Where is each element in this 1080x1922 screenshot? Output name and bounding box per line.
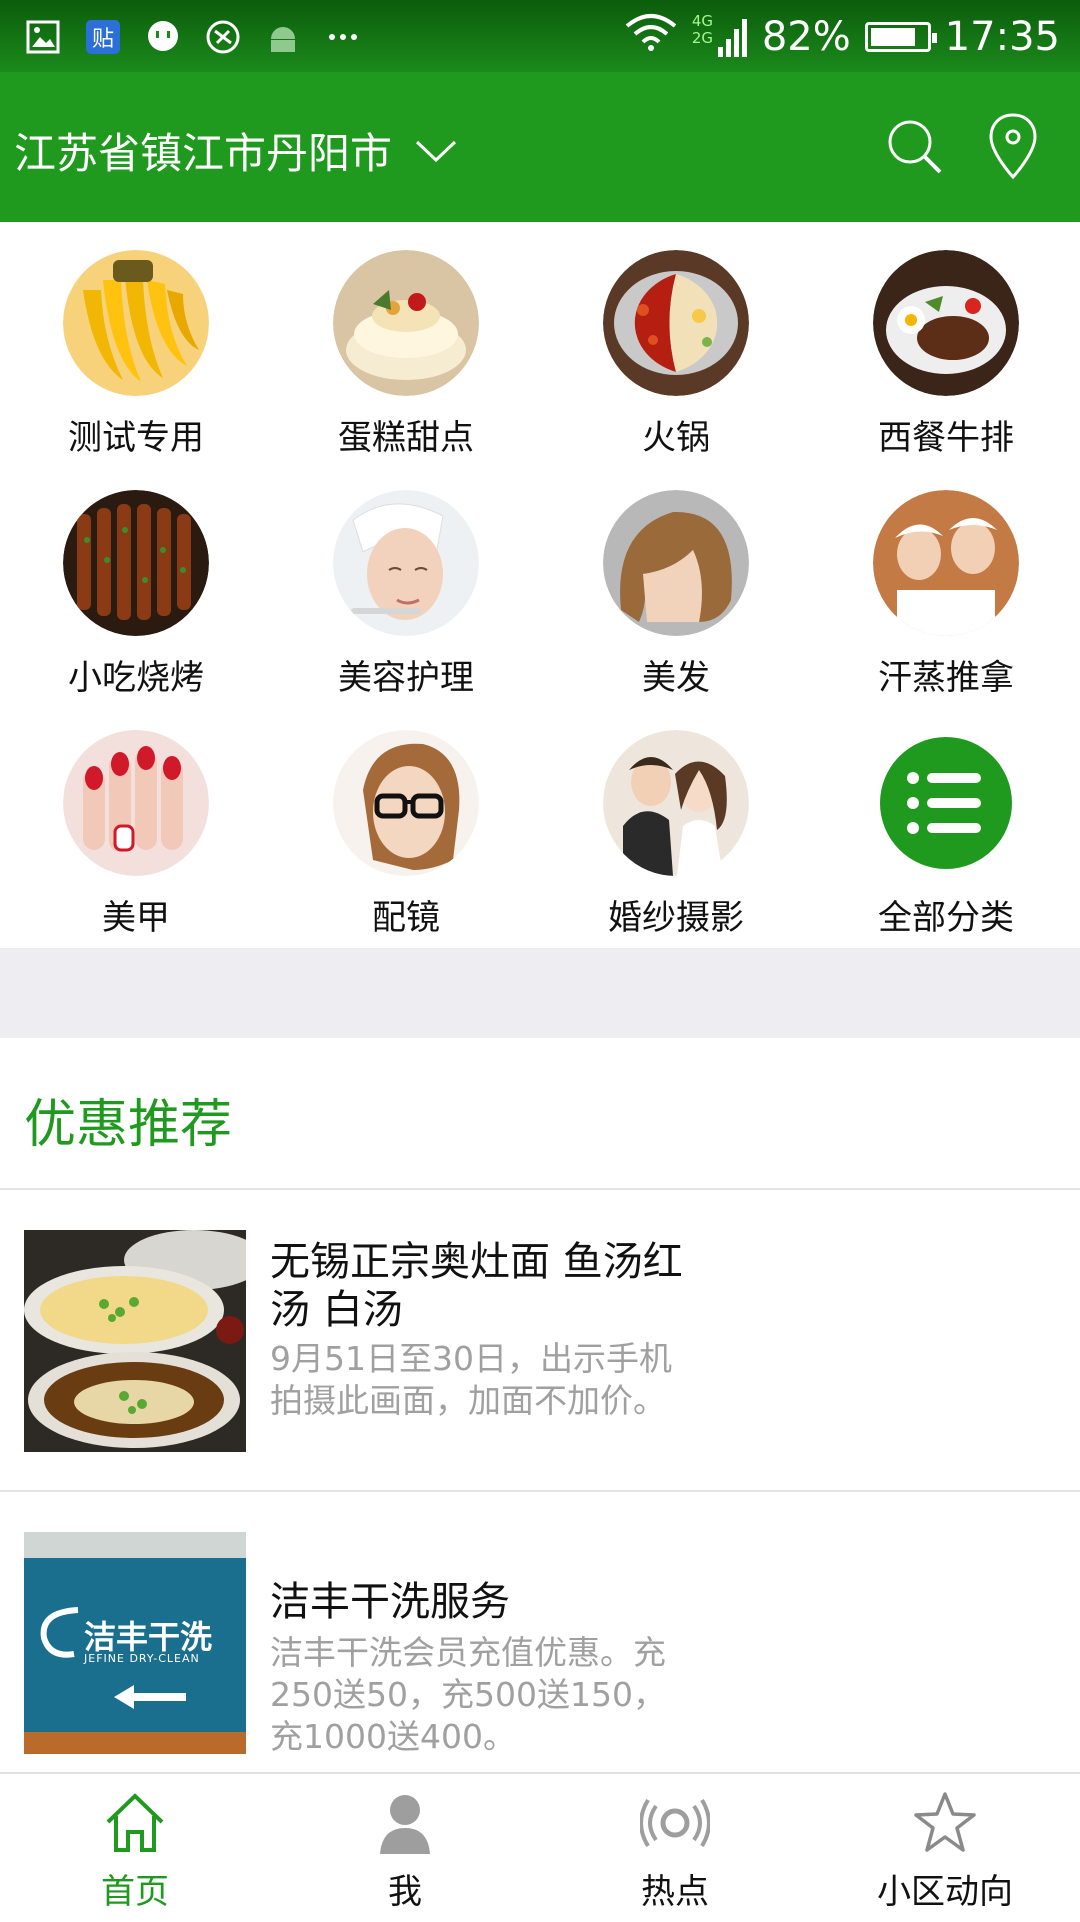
category-label: 美发 xyxy=(642,658,710,698)
category-label: 汗蒸推拿 xyxy=(878,658,1014,698)
map-pin-icon xyxy=(989,113,1037,180)
broadcast-icon xyxy=(640,1798,710,1848)
star-icon xyxy=(914,1792,976,1852)
category-label: 测试专用 xyxy=(68,418,204,458)
network-type: 4G 2G xyxy=(691,12,713,47)
category-label: 西餐牛排 xyxy=(878,418,1014,458)
category-all[interactable]: 全部分类 xyxy=(846,730,1046,938)
person-icon xyxy=(380,1795,430,1854)
category-beauty[interactable]: 美容护理 xyxy=(306,490,506,698)
facial-icon xyxy=(333,490,479,636)
sauna-icon xyxy=(873,490,1019,636)
status-bar: 贴 4G 2G 82% 17:35 xyxy=(0,0,1080,72)
svg-text:贴: 贴 xyxy=(92,27,114,52)
thumb-sign: 洁丰干洗 JEFINE DRY-CLEAN xyxy=(24,1532,246,1754)
category-cake[interactable]: 蛋糕甜点 xyxy=(306,250,506,458)
skewer-icon xyxy=(63,490,209,636)
noodle-photo xyxy=(24,1230,246,1452)
category-label: 火锅 xyxy=(642,418,710,458)
category-test[interactable]: 测试专用 xyxy=(36,250,236,458)
wifi-icon xyxy=(624,12,678,62)
battery-percent: 82% xyxy=(761,14,851,60)
section-title: 优惠推荐 xyxy=(24,1095,233,1155)
app-header: 江苏省镇江市丹阳市 xyxy=(0,72,1080,222)
location-label: 江苏省镇江市丹阳市 xyxy=(14,129,393,178)
search-icon xyxy=(888,120,942,174)
deal-item[interactable]: 洁丰干洗 JEFINE DRY-CLEAN 洁丰干洗服务 洁丰干洗会员充值优惠。… xyxy=(0,1492,1080,1792)
battery-tip xyxy=(931,33,937,43)
category-label: 婚纱摄影 xyxy=(608,898,744,938)
tab-label: 首页 xyxy=(101,1872,169,1912)
arrow-left-icon xyxy=(114,1685,186,1709)
category-label: 美甲 xyxy=(102,898,170,938)
tab-label: 小区动向 xyxy=(877,1872,1013,1912)
deal-title: 无锡正宗奥灶面 鱼汤红汤 白汤 xyxy=(270,1239,683,1333)
category-label: 配镜 xyxy=(372,898,440,938)
deal-title: 洁丰干洗服务 xyxy=(270,1579,510,1625)
tab-label: 热点 xyxy=(641,1872,709,1912)
category-hair[interactable]: 美发 xyxy=(576,490,776,698)
category-nails[interactable]: 美甲 xyxy=(36,730,236,938)
location-selector[interactable]: 江苏省镇江市丹阳市 xyxy=(14,120,458,181)
category-eyewear[interactable]: 配镜 xyxy=(306,730,506,938)
android-icon xyxy=(264,18,302,56)
bottom-tab-bar: 首页 我 热点 小区动向 xyxy=(0,1772,1080,1920)
home-icon xyxy=(106,1793,164,1852)
category-label: 小吃烧烤 xyxy=(68,658,204,698)
deal-description: 洁丰干洗会员充值优惠。充250送50，充500送150，充1000送400。 xyxy=(270,1633,666,1756)
section-divider xyxy=(0,948,1080,1038)
banana-icon xyxy=(63,250,209,396)
tab-me[interactable]: 我 xyxy=(270,1774,540,1922)
steak-icon xyxy=(873,250,1019,396)
tab-home[interactable]: 首页 xyxy=(0,1774,270,1922)
category-label: 蛋糕甜点 xyxy=(338,418,474,458)
deal-description: 9月51日至30日，出示手机拍摄此画面，加面不加价。 xyxy=(270,1339,672,1420)
gallery-icon xyxy=(24,18,62,56)
battery-icon xyxy=(864,22,937,52)
vpn-icon xyxy=(204,18,242,56)
category-label: 美容护理 xyxy=(338,658,474,698)
swirl-logo-icon xyxy=(40,1607,79,1658)
nail-icon xyxy=(63,730,209,876)
category-western[interactable]: 西餐牛排 xyxy=(846,250,1046,458)
search-button[interactable] xyxy=(878,110,952,184)
battery-level xyxy=(870,28,915,46)
signal-icon: 4G 2G xyxy=(692,13,748,61)
tab-community[interactable]: 小区动向 xyxy=(810,1774,1080,1922)
category-grid: 测试专用 蛋糕甜点 火锅 西餐牛排 小吃烧烤 美容护理 美发 汗蒸推拿 美甲 配… xyxy=(0,222,1080,948)
deal-item[interactable]: 无锡正宗奥灶面 鱼汤红汤 白汤 9月51日至30日，出示手机拍摄此画面，加面不加… xyxy=(0,1190,1080,1490)
hair-icon xyxy=(603,490,749,636)
category-sauna-massage[interactable]: 汗蒸推拿 xyxy=(846,490,1046,698)
notification-icons: 贴 xyxy=(24,18,362,56)
chevron-down-icon xyxy=(415,140,457,162)
dryclean-photo: 洁丰干洗 JEFINE DRY-CLEAN xyxy=(24,1532,246,1754)
hotpot-icon xyxy=(603,250,749,396)
status-indicators: 4G 2G 82% 17:35 xyxy=(624,12,1060,62)
category-snack-bbq[interactable]: 小吃烧烤 xyxy=(36,490,236,698)
glasses-icon xyxy=(333,730,479,876)
cake-icon xyxy=(333,250,479,396)
category-wedding-photo[interactable]: 婚纱摄影 xyxy=(576,730,776,938)
category-hotpot[interactable]: 火锅 xyxy=(576,250,776,458)
tab-label: 我 xyxy=(388,1872,422,1912)
category-label: 全部分类 xyxy=(878,898,1014,938)
wedding-icon xyxy=(603,730,749,876)
tieba-icon: 贴 xyxy=(84,18,122,56)
list-icon xyxy=(880,737,1012,869)
more-icon xyxy=(324,18,362,56)
tab-hot[interactable]: 热点 xyxy=(540,1774,810,1922)
thumb-sign-subtext: JEFINE DRY-CLEAN xyxy=(84,1652,200,1665)
clock: 17:35 xyxy=(944,14,1060,60)
location-button[interactable] xyxy=(976,110,1050,184)
chat-icon xyxy=(144,18,182,56)
